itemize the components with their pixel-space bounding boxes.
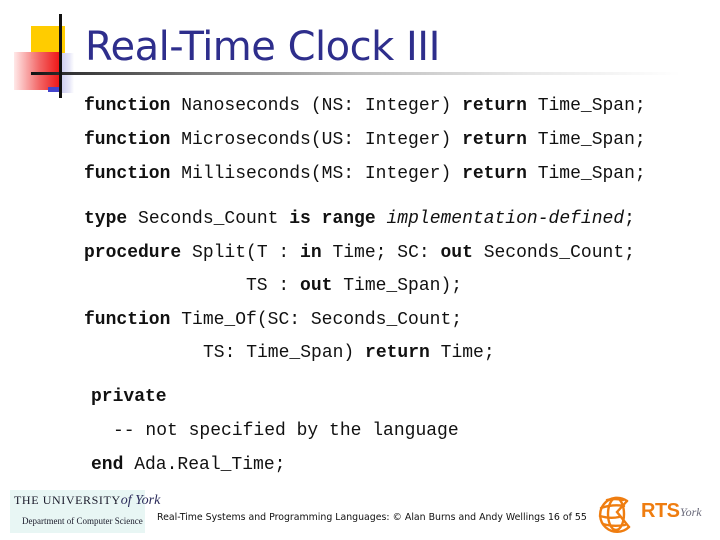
code-text: Time_Span); xyxy=(332,276,463,296)
code-text: Time; xyxy=(429,343,495,363)
code-text: Time_Span; xyxy=(526,96,646,116)
code-text: Time_Span; xyxy=(526,164,646,184)
code-keyword: type xyxy=(84,209,128,229)
code-keyword: function xyxy=(84,164,171,184)
code-text: Seconds_Count xyxy=(127,209,290,229)
york-logo-department: Department of Computer Science xyxy=(22,516,143,526)
code-text: TS : xyxy=(246,276,301,296)
footer-caption: Real-Time Systems and Programming Langua… xyxy=(157,512,587,523)
code-text: Seconds_Count; xyxy=(472,243,635,263)
university-of-york-logo: THE UNIVERSITYof York Department of Comp… xyxy=(10,490,160,533)
code-line: function Time_Of(SC: Seconds_Count; xyxy=(84,309,462,331)
code-keyword: return xyxy=(365,343,430,363)
code-text: Time; SC: xyxy=(321,243,441,263)
rts-logo-text: RTS xyxy=(641,500,680,522)
code-keyword: is range xyxy=(289,209,376,229)
code-keyword: function xyxy=(84,310,171,330)
code-keyword: private xyxy=(91,387,167,407)
code-keyword: end xyxy=(91,455,124,475)
code-line: type Seconds_Count is range implementati… xyxy=(84,208,635,230)
code-text: Time_Span; xyxy=(526,130,646,150)
code-line: -- not specified by the language xyxy=(113,420,459,442)
code-text: Split(T : xyxy=(181,243,301,263)
code-keyword: in xyxy=(300,243,322,263)
code-line: procedure Split(T : in Time; SC: out Sec… xyxy=(84,242,635,264)
decoration-vertical-line xyxy=(59,14,62,98)
code-text: Nanoseconds (NS: Integer) xyxy=(170,96,463,116)
code-keyword: return xyxy=(462,130,527,150)
code-keyword: return xyxy=(462,164,527,184)
code-line: function Milliseconds(MS: Integer) retur… xyxy=(84,163,646,185)
code-line: TS: Time_Span) return Time; xyxy=(203,342,495,364)
code-keyword: return xyxy=(462,96,527,116)
code-line: TS : out Time_Span); xyxy=(246,275,462,297)
code-keyword: out xyxy=(440,243,473,263)
code-italic-text: implementation-defined xyxy=(386,209,625,229)
slide-title: Real-Time Clock III xyxy=(85,24,440,70)
code-text: Time_Of(SC: Seconds_Count; xyxy=(170,310,463,330)
code-line: function Nanoseconds (NS: Integer) retur… xyxy=(84,95,646,117)
rts-logo-york: York xyxy=(680,505,702,519)
code-text: Milliseconds(MS: Integer) xyxy=(170,164,463,184)
title-underline xyxy=(31,72,681,75)
code-line: function Microseconds(US: Integer) retur… xyxy=(84,129,646,151)
code-text: ; xyxy=(624,209,635,229)
code-text: Microseconds(US: Integer) xyxy=(170,130,463,150)
globe-icon xyxy=(598,496,631,534)
code-line: end Ada.Real_Time; xyxy=(91,454,285,476)
code-text: Ada.Real_Time; xyxy=(123,455,286,475)
code-keyword: function xyxy=(84,130,171,150)
code-text: -- not specified by the language xyxy=(113,421,459,441)
york-logo-line1: THE UNIVERSITYof York xyxy=(14,493,161,508)
rts-york-logo: RTS York xyxy=(597,492,712,536)
code-keyword: out xyxy=(300,276,333,296)
code-keyword: procedure xyxy=(84,243,182,263)
decoration-red-square xyxy=(14,52,61,90)
code-line: private xyxy=(91,386,167,408)
code-text: TS: Time_Span) xyxy=(203,343,366,363)
code-keyword: function xyxy=(84,96,171,116)
